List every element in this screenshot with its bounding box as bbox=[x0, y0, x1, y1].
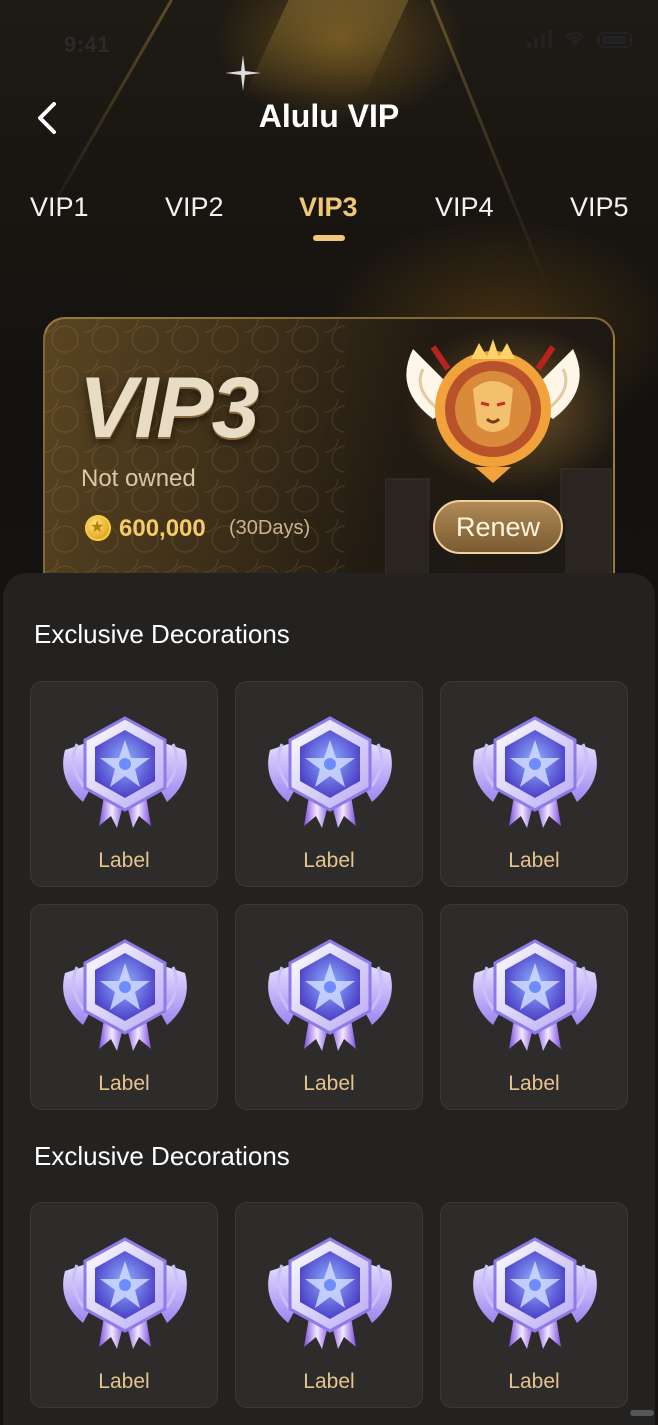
decoration-label: Label bbox=[303, 849, 355, 872]
decoration-item[interactable]: Label bbox=[440, 681, 628, 887]
decoration-item[interactable]: Label bbox=[30, 1202, 218, 1408]
vip-duration: (30Days) bbox=[229, 517, 311, 539]
decoration-label: Label bbox=[98, 1072, 150, 1095]
signal-icon bbox=[527, 30, 552, 48]
vip-price: 600,000 bbox=[119, 515, 206, 542]
section-title: Exclusive Decorations bbox=[34, 1141, 290, 1171]
status-icons bbox=[527, 28, 632, 48]
privileges-panel: Exclusive Decorations Label Label Label … bbox=[3, 573, 655, 1425]
coin-icon bbox=[85, 515, 111, 541]
decoration-label: Label bbox=[303, 1072, 355, 1095]
tab-vip2[interactable]: VIP2 bbox=[165, 192, 224, 223]
home-indicator bbox=[630, 1410, 654, 1416]
ownership-status: Not owned bbox=[81, 465, 196, 492]
tab-vip3[interactable]: VIP3 bbox=[299, 192, 358, 223]
decoration-label: Label bbox=[508, 849, 560, 872]
tab-vip5[interactable]: VIP5 bbox=[570, 192, 629, 223]
decoration-label: Label bbox=[508, 1370, 560, 1393]
decoration-item[interactable]: Label bbox=[30, 681, 218, 887]
active-tab-indicator bbox=[313, 235, 345, 241]
decoration-item[interactable]: Label bbox=[440, 1202, 628, 1408]
decoration-label: Label bbox=[508, 1072, 560, 1095]
battery-icon bbox=[598, 32, 632, 48]
wing-badge-icon bbox=[471, 716, 599, 828]
vip-level-title: VIP3 bbox=[79, 360, 259, 456]
vip-tabs: VIP1 VIP2 VIP3 VIP4 VIP5 bbox=[0, 192, 658, 252]
status-bar: 9:41 bbox=[0, 0, 658, 80]
vip-card: VIP3 Not owned 600,000 (30Days) Renew bbox=[43, 317, 615, 607]
decoration-label: Label bbox=[303, 1370, 355, 1393]
status-time: 9:41 bbox=[64, 32, 111, 57]
decoration-item[interactable]: Label bbox=[235, 681, 423, 887]
wing-badge-icon bbox=[61, 716, 189, 828]
lion-crest-icon bbox=[406, 339, 580, 483]
renew-button[interactable]: Renew bbox=[433, 500, 563, 554]
wing-badge-icon bbox=[61, 1237, 189, 1349]
decoration-item[interactable]: Label bbox=[440, 904, 628, 1110]
wing-badge-icon bbox=[266, 716, 394, 828]
wing-badge-icon bbox=[471, 939, 599, 1051]
wing-badge-icon bbox=[266, 939, 394, 1051]
decoration-item[interactable]: Label bbox=[235, 1202, 423, 1408]
page-title: Alulu VIP bbox=[258, 98, 400, 134]
section-title: Exclusive Decorations bbox=[34, 619, 290, 649]
decoration-label: Label bbox=[98, 1370, 150, 1393]
wifi-icon bbox=[565, 31, 585, 46]
decoration-label: Label bbox=[98, 849, 150, 872]
wing-badge-icon bbox=[61, 939, 189, 1051]
tab-vip4[interactable]: VIP4 bbox=[435, 192, 494, 223]
decoration-item[interactable]: Label bbox=[235, 904, 423, 1110]
wing-badge-icon bbox=[471, 1237, 599, 1349]
decoration-item[interactable]: Label bbox=[30, 904, 218, 1110]
tab-vip1[interactable]: VIP1 bbox=[30, 192, 89, 223]
wing-badge-icon bbox=[266, 1237, 394, 1349]
